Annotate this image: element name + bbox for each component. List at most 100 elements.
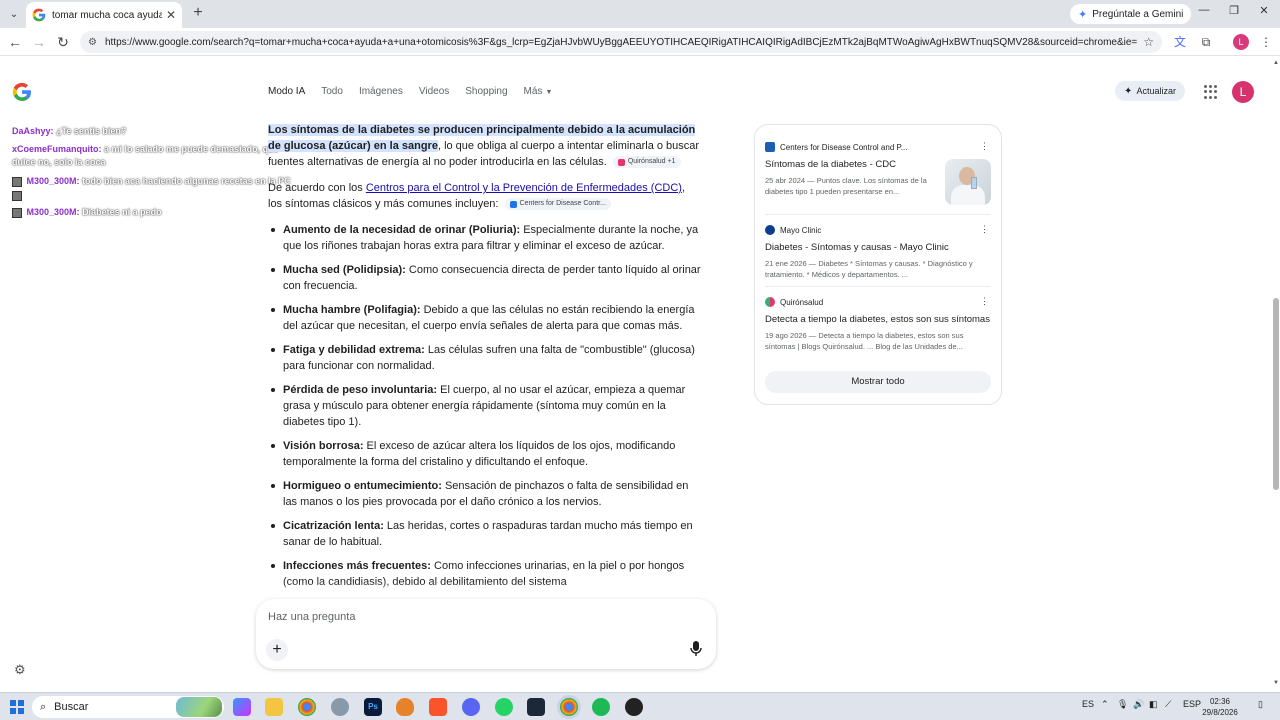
- tab-imagenes[interactable]: Imágenes: [359, 86, 403, 97]
- language-indicator[interactable]: ES: [1082, 699, 1094, 709]
- caret-down-icon: ▼: [545, 89, 553, 96]
- source-card-mayo[interactable]: Mayo Clinic ⋮ Diabetes - Síntomas y caus…: [765, 224, 993, 280]
- google-favicon-icon: [32, 8, 46, 22]
- more-options-icon[interactable]: ⋮: [980, 224, 989, 235]
- translate-icon[interactable]: 文: [1172, 34, 1188, 50]
- extensions-icon[interactable]: ⧉: [1198, 34, 1214, 50]
- tab-modo-ia[interactable]: Modo IA: [268, 86, 305, 97]
- copilot-icon[interactable]: [233, 698, 251, 716]
- add-attachment-button[interactable]: +: [266, 639, 288, 661]
- ai-answer: Los síntomas de la diabetes se producen …: [268, 122, 702, 598]
- list-item: Mucha sed (Polidipsia): Como consecuenci…: [271, 262, 702, 294]
- reload-icon[interactable]: ↻: [54, 33, 72, 51]
- source-title[interactable]: Diabetes - Síntomas y causas - Mayo Clin…: [765, 242, 993, 254]
- chat-message: DaAshyy: ¿Te sentís bien?: [12, 126, 126, 136]
- app-icon-orange[interactable]: [396, 698, 414, 716]
- taskbar-search[interactable]: ⌕ Buscar: [32, 696, 224, 718]
- scrollbar-thumb[interactable]: [1273, 298, 1279, 490]
- tab-todo[interactable]: Todo: [321, 86, 343, 97]
- tab-videos[interactable]: Videos: [419, 86, 449, 97]
- ask-input[interactable]: Haz una pregunta: [268, 611, 355, 623]
- tab-search-icon[interactable]: ⌄: [4, 4, 24, 24]
- minimize-icon[interactable]: —: [1192, 4, 1216, 16]
- source-title[interactable]: Síntomas de la diabetes - CDC: [765, 159, 933, 171]
- clock-date: 29/8/2026: [1202, 708, 1238, 717]
- browser-tab[interactable]: tomar mucha coca ayuda a una ✕: [26, 2, 182, 28]
- source-chip[interactable]: Centers for Disease Contr...: [504, 198, 611, 211]
- item-title: Fatiga y debilidad extrema:: [283, 344, 425, 356]
- scroll-up-icon[interactable]: ▲: [1272, 60, 1280, 66]
- settings-gear-icon[interactable]: ⚙: [14, 662, 26, 678]
- scroll-down-icon[interactable]: ▼: [1272, 680, 1280, 686]
- microphone-tray-icon[interactable]: 🎙: [1117, 699, 1128, 710]
- source-title[interactable]: Detecta a tiempo la diabetes, estos son …: [765, 314, 993, 326]
- profile-avatar-small[interactable]: L: [1233, 34, 1249, 50]
- chat-user: DaAshyy:: [12, 126, 54, 136]
- tab-shopping[interactable]: Shopping: [465, 86, 507, 97]
- spotify-icon[interactable]: [592, 698, 610, 716]
- chrome-active-icon[interactable]: [560, 698, 578, 716]
- apps-grid-icon[interactable]: [1204, 85, 1218, 99]
- bookmark-star-icon[interactable]: ☆: [1143, 35, 1154, 49]
- show-all-button[interactable]: Mostrar todo: [765, 371, 991, 393]
- chat-message: M300_300M: Diabetes ni a pedo: [12, 207, 162, 218]
- microphone-icon[interactable]: [690, 641, 702, 657]
- file-explorer-icon[interactable]: [265, 698, 283, 716]
- restore-icon[interactable]: ❐: [1222, 4, 1246, 17]
- discord-icon[interactable]: [462, 698, 480, 716]
- network-icon[interactable]: ⟋: [1165, 699, 1171, 710]
- address-bar[interactable]: ⚙ https://www.google.com/search?q=tomar+…: [80, 31, 1162, 53]
- brave-icon[interactable]: [429, 698, 447, 716]
- clock[interactable]: 02:36 29/8/2026: [1198, 696, 1242, 718]
- source-chip[interactable]: Quirónsalud +1: [612, 156, 681, 169]
- chat-user: M300_300M:: [26, 176, 80, 186]
- vertical-scrollbar[interactable]: ▲ ▼: [1272, 60, 1280, 690]
- cdc-link[interactable]: Centros para el Control y la Prevención …: [366, 182, 682, 194]
- site-info-icon[interactable]: ⚙: [88, 37, 97, 48]
- window-close-icon[interactable]: ✕: [1252, 4, 1276, 17]
- item-title: Hormigueo o entumecimiento:: [283, 480, 442, 492]
- forward-icon[interactable]: →: [30, 33, 48, 51]
- more-options-icon[interactable]: ⋮: [980, 296, 989, 307]
- source-site: Mayo Clinic: [780, 225, 822, 235]
- sources-panel: Centers for Disease Control and P... ⋮ S…: [754, 124, 1002, 405]
- obs-icon[interactable]: [625, 698, 643, 716]
- volume-icon[interactable]: 🔊: [1133, 699, 1144, 710]
- item-title: Infecciones más frecuentes:: [283, 560, 431, 572]
- source-site: Quirónsalud: [780, 297, 824, 307]
- app-tray-icon[interactable]: ◧: [1149, 699, 1158, 710]
- chat-emote-row: [12, 190, 24, 201]
- list-item: Cicatrización lenta: Las heridas, cortes…: [271, 518, 702, 550]
- chrome-icon[interactable]: [298, 698, 316, 716]
- search-mode-tabs: Modo IA Todo Imágenes Videos Shopping Má…: [268, 86, 568, 97]
- whatsapp-icon[interactable]: [495, 698, 513, 716]
- tab-mas[interactable]: Más ▼: [524, 86, 553, 97]
- notifications-icon[interactable]: ▯: [1258, 699, 1263, 710]
- tray-chevron-icon[interactable]: ⌃: [1101, 699, 1109, 710]
- account-avatar[interactable]: L: [1232, 81, 1254, 103]
- quironsalud-icon: [617, 158, 625, 166]
- answer-intro: Los síntomas de la diabetes se producen …: [268, 122, 702, 170]
- gemini-spark-icon: ✦: [1078, 8, 1088, 21]
- app-icon[interactable]: [331, 698, 349, 716]
- new-tab-icon[interactable]: +: [188, 4, 208, 22]
- divider: [765, 286, 991, 287]
- windows-start-icon[interactable]: [10, 700, 24, 714]
- more-options-icon[interactable]: ⋮: [980, 141, 989, 152]
- back-icon[interactable]: ←: [6, 33, 24, 51]
- photoshop-icon[interactable]: Ps: [364, 698, 382, 716]
- google-logo-icon[interactable]: [12, 82, 32, 102]
- close-tab-icon[interactable]: ✕: [166, 8, 176, 22]
- clock-time: 02:36: [1209, 697, 1231, 706]
- source-description: 19 ago 2026 — Detecta a tiempo la diabet…: [765, 331, 964, 351]
- source-card-quironsalud[interactable]: Quirónsalud ⋮ Detecta a tiempo la diabet…: [765, 296, 993, 352]
- browser-menu-icon[interactable]: ⋮: [1258, 34, 1274, 50]
- update-button[interactable]: ✦ Actualizar: [1115, 81, 1185, 101]
- ask-gemini-button[interactable]: ✦ Pregúntale a Gemini: [1070, 4, 1192, 24]
- source-thumbnail[interactable]: [945, 159, 991, 205]
- ask-box[interactable]: Haz una pregunta +: [256, 599, 716, 669]
- chat-message: xCoemeFumanquito: a mi lo salado me pued…: [12, 144, 279, 154]
- source-description: 21 ene 2026 — Diabetes * Síntomas y caus…: [765, 259, 973, 279]
- url-text[interactable]: https://www.google.com/search?q=tomar+mu…: [105, 37, 1137, 48]
- steam-icon[interactable]: [527, 698, 545, 716]
